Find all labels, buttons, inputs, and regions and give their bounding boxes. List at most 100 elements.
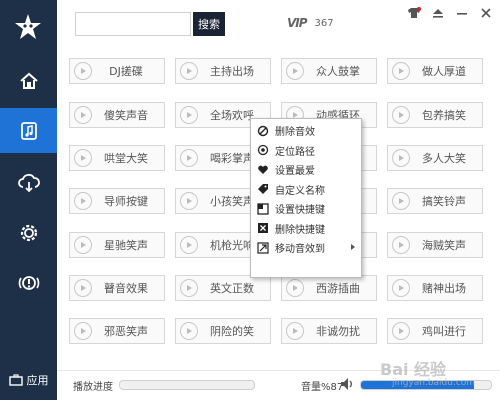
progress-label: 播放进度	[73, 382, 113, 393]
sound-button[interactable]: 星驰笑声	[69, 232, 165, 258]
play-icon	[74, 149, 92, 167]
sound-button[interactable]: 西游插曲	[281, 275, 377, 301]
sound-button[interactable]: 邪恶笑声	[69, 318, 165, 344]
sidebar-item-cloud[interactable]	[0, 160, 57, 205]
sound-label: 星驰笑声	[104, 239, 148, 252]
cloud-download-icon	[17, 173, 40, 192]
play-icon	[392, 149, 410, 167]
sound-button[interactable]: 搞笑铃声	[387, 188, 483, 214]
sound-button[interactable]: 赌神出场	[387, 275, 483, 301]
minimize-button[interactable]	[454, 6, 470, 20]
sidebar: 应用	[0, 0, 57, 400]
menu-item-label: 删除音效	[275, 127, 315, 139]
sound-label: 搞笑铃声	[422, 195, 466, 208]
play-icon	[180, 62, 198, 80]
sound-label: 邪恶笑声	[104, 325, 148, 338]
sound-label: 阴险的笑	[210, 325, 254, 338]
sound-button[interactable]: 鸡叫进行	[387, 318, 483, 344]
sound-button[interactable]: DJ搓碟	[69, 58, 165, 84]
play-icon	[286, 62, 304, 80]
progress-slider[interactable]	[119, 380, 255, 390]
shirt-icon	[408, 7, 421, 18]
menu-item-label: 移动音效到	[275, 244, 325, 256]
submenu-arrow-icon	[351, 244, 355, 250]
play-icon	[392, 62, 410, 80]
sidebar-item-alert[interactable]	[0, 260, 57, 305]
close-button[interactable]	[478, 6, 494, 20]
move-icon	[257, 242, 269, 254]
volume-label: 音量%87	[301, 382, 344, 393]
search-input[interactable]	[75, 12, 191, 36]
eject-icon	[433, 9, 443, 18]
play-icon	[74, 279, 92, 297]
sound-label: DJ搓碟	[109, 65, 143, 78]
sound-button[interactable]: 阴险的笑	[175, 318, 271, 344]
menu-item[interactable]: 删除音效	[251, 121, 361, 141]
sound-label: 鸡叫进行	[422, 325, 466, 338]
sound-label: 赌神出场	[422, 282, 466, 295]
gear-icon	[20, 224, 37, 241]
vip-badge: VIP	[287, 16, 308, 30]
volume-slider[interactable]	[360, 380, 492, 390]
app-center-button[interactable]: 应用	[0, 360, 57, 400]
minimize-tray-button[interactable]	[430, 6, 446, 20]
play-icon	[392, 236, 410, 254]
sound-button[interactable]: 傻笑声音	[69, 102, 165, 128]
menu-item[interactable]: 删除快捷键	[251, 219, 361, 239]
play-icon	[180, 192, 198, 210]
sound-button[interactable]: 众人鼓掌	[281, 58, 377, 84]
play-icon	[392, 106, 410, 124]
play-icon	[180, 236, 198, 254]
app-label: 应用	[26, 374, 49, 387]
play-icon	[74, 236, 92, 254]
menu-item[interactable]: 设置快捷键	[251, 199, 361, 219]
sound-button[interactable]: 包养搞笑	[387, 102, 483, 128]
play-icon	[286, 322, 304, 340]
menu-item[interactable]: 移动音效到	[251, 238, 361, 258]
play-icon	[180, 149, 198, 167]
play-icon	[392, 279, 410, 297]
vip-info: VIP 367	[287, 16, 334, 30]
heart-icon	[257, 164, 269, 176]
sound-button[interactable]: 瞽音效果	[69, 275, 165, 301]
skin-button[interactable]	[406, 6, 422, 20]
sound-label: 瞽音效果	[104, 282, 148, 295]
play-icon	[392, 322, 410, 340]
app-logo-icon	[9, 8, 47, 46]
topbar: 搜索 VIP 367	[57, 0, 500, 50]
block-icon	[257, 125, 269, 137]
sidebar-item-home[interactable]	[0, 58, 57, 103]
sound-button[interactable]: 做人厚道	[387, 58, 483, 84]
play-icon	[392, 192, 410, 210]
vip-count: 367	[314, 17, 334, 29]
sound-button[interactable]: 非诚勿扰	[281, 318, 377, 344]
briefcase-icon	[8, 374, 23, 386]
sound-button[interactable]: 多人大笑	[387, 145, 483, 171]
search-button[interactable]: 搜索	[193, 12, 225, 36]
play-icon	[74, 62, 92, 80]
sound-label: 做人厚道	[422, 65, 466, 78]
sound-label: 海贼笑声	[422, 239, 466, 252]
locate-icon	[257, 144, 269, 156]
sound-button[interactable]: 海贼笑声	[387, 232, 483, 258]
menu-item[interactable]: 设置最爱	[251, 160, 361, 180]
menu-item[interactable]: 自定义名称	[251, 180, 361, 200]
alert-icon	[18, 275, 39, 290]
sound-label: 包养搞笑	[422, 109, 466, 122]
minimize-icon	[457, 13, 467, 15]
sound-button[interactable]: 哄堂大笑	[69, 145, 165, 171]
sidebar-item-music[interactable]	[0, 108, 57, 153]
sound-button[interactable]: 英文正数	[175, 275, 271, 301]
sound-button[interactable]: 主持出场	[175, 58, 271, 84]
speaker-icon[interactable]	[339, 376, 355, 392]
sound-label: 导师按键	[104, 195, 148, 208]
home-icon	[19, 72, 38, 89]
bottom-bar: 播放进度 音量%87	[57, 370, 500, 400]
sound-label: 哄堂大笑	[104, 152, 148, 165]
close-icon	[481, 8, 491, 18]
sidebar-item-settings[interactable]	[0, 210, 57, 255]
play-icon	[286, 279, 304, 297]
sound-button[interactable]: 导师按键	[69, 188, 165, 214]
play-icon	[74, 106, 92, 124]
menu-item[interactable]: 定位路径	[251, 141, 361, 161]
